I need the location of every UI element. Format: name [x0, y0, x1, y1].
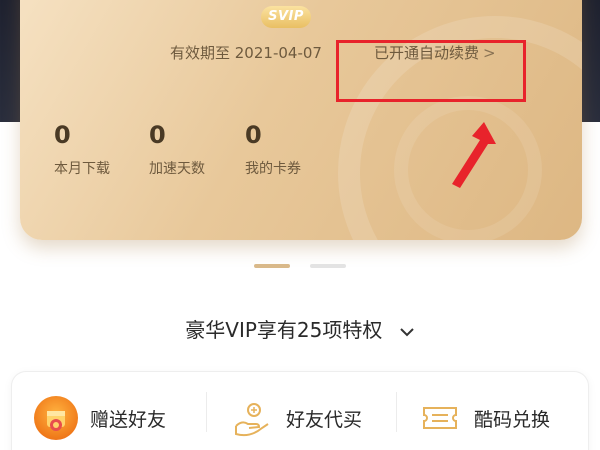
svip-badge: SVIP — [261, 6, 311, 28]
annotation-highlight-box — [336, 40, 526, 102]
pager-dot-inactive[interactable] — [310, 264, 346, 268]
annotation-arrow-icon — [452, 122, 496, 188]
stat-label: 本月下载 — [54, 161, 110, 177]
hand-coin-icon — [235, 403, 269, 437]
gift-friend-label: 赠送好友 — [90, 408, 167, 431]
chevron-down-icon — [400, 327, 414, 336]
stat-monthly-downloads[interactable]: 0 本月下载 — [54, 121, 110, 179]
redeem-code-label: 酷码兑换 — [474, 408, 551, 431]
stat-label: 我的卡券 — [245, 161, 301, 177]
gift-icon-glyph — [47, 411, 65, 431]
gift-icon — [34, 396, 78, 440]
action-divider — [396, 392, 397, 432]
stat-label: 加速天数 — [149, 161, 205, 177]
action-divider — [206, 392, 207, 432]
expiry-date-text: 有效期至 2021-04-07 — [170, 44, 322, 62]
carousel-pager — [0, 264, 600, 270]
pager-dot-active[interactable] — [254, 264, 290, 268]
ticket-icon — [423, 407, 457, 429]
buy-for-friend-button[interactable]: 好友代买 — [230, 396, 362, 440]
privileges-title: 豪华VIP享有25项特权 — [185, 318, 383, 342]
redeem-code-button[interactable]: 酷码兑换 — [418, 396, 550, 440]
privileges-toggle[interactable]: 豪华VIP享有25项特权 — [0, 315, 600, 345]
vip-membership-card[interactable]: SVIP 有效期至 2021-04-07 已开通自动续费 > 0 本月下载 0 加… — [20, 0, 582, 240]
stat-value: 0 — [54, 121, 71, 149]
vip-screen: SVIP 有效期至 2021-04-07 已开通自动续费 > 0 本月下载 0 加… — [0, 0, 600, 450]
stat-speedup-days[interactable]: 0 加速天数 — [149, 121, 205, 179]
stat-value: 0 — [149, 121, 166, 149]
gift-friend-button[interactable]: 赠送好友 — [34, 396, 166, 440]
stat-value: 0 — [245, 121, 262, 149]
stat-my-coupons[interactable]: 0 我的卡券 — [245, 121, 301, 179]
actions-card: 赠送好友 好友代买 酷码兑换 — [12, 372, 588, 450]
buy-for-friend-label: 好友代买 — [286, 408, 363, 431]
